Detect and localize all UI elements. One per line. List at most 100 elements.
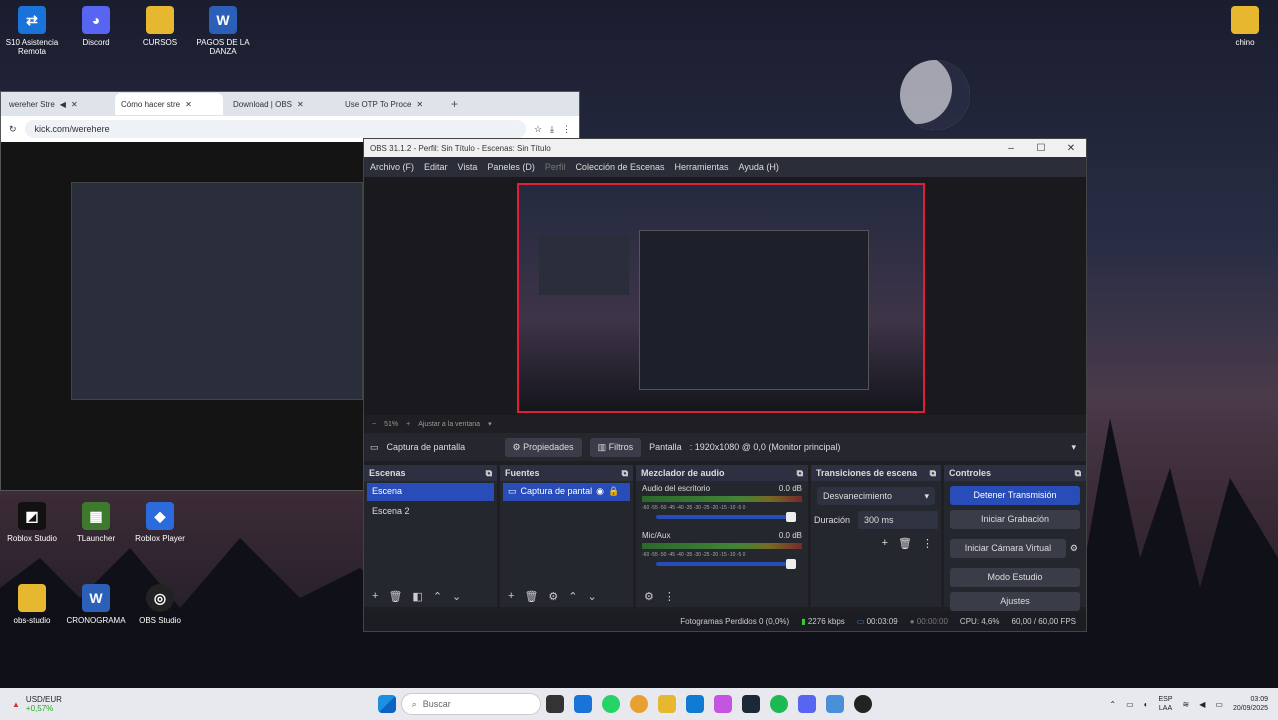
lock-icon[interactable]: 🔒 [608,486,619,498]
clock[interactable]: 03:09 20/09/2025 [1233,695,1268,713]
desktop-icon-chino[interactable]: chino [1210,6,1278,47]
battery-icon[interactable]: ▭ [1215,700,1223,709]
chevron-down-icon[interactable]: ⌄ [452,590,461,603]
obs-icon[interactable] [853,695,872,713]
zoom-in-icon[interactable]: + [406,421,410,428]
menu-ayuda[interactable]: Ayuda (H) [739,162,779,172]
volume-slider[interactable] [656,512,796,522]
undock-icon[interactable]: ⧉ [930,468,936,478]
chevron-down-icon[interactable]: ⌄ [588,590,597,603]
star-icon[interactable]: ☆ [534,124,542,135]
chevron-up-icon[interactable]: ⌃ [568,590,577,603]
close-icon[interactable]: ✕ [71,100,78,109]
browser-tab[interactable]: wereher Stre ◀ ✕ [3,93,111,115]
whatsapp-icon[interactable] [601,695,620,713]
url-field[interactable]: kick.com/werehere [24,120,526,138]
menu-icon[interactable]: ⋮ [562,124,571,135]
stop-streaming-button[interactable]: Detener Transmisión [950,486,1080,505]
wifi-icon[interactable]: ≋ [1183,700,1190,709]
edge-icon[interactable] [573,695,592,713]
file-explorer-icon[interactable] [657,695,676,713]
download-icon[interactable]: ⤓ [550,124,554,135]
preview-area[interactable] [364,177,1086,415]
desktop-icon-cursos[interactable]: CURSOS [125,6,195,47]
menu-perfil[interactable]: Perfil [545,162,566,172]
minimize-icon[interactable]: – [996,143,1026,154]
source-item[interactable]: ▭ Captura de pantal ◉ 🔒 [503,483,630,501]
menu-archivo[interactable]: Archivo (F) [370,162,414,172]
desktop-icon-roblox-studio[interactable]: ◩ Roblox Studio [0,502,67,543]
eye-icon[interactable]: ◉ [596,486,604,498]
start-virtual-camera-button[interactable]: Iniciar Cámara Virtual [950,539,1066,558]
undock-icon[interactable]: ⧉ [1075,468,1081,478]
menu-vista[interactable]: Vista [458,162,478,172]
trash-icon[interactable]: 🗑 [898,537,912,550]
new-tab-icon[interactable]: + [451,97,458,111]
maximize-icon[interactable]: ☐ [1026,143,1056,154]
chevron-up-icon[interactable]: ⌃ [433,590,442,603]
language-indicator[interactable]: ESP LAA [1159,695,1173,713]
properties-button[interactable]: ⚙ Propiedades [504,437,582,457]
studio-mode-button[interactable]: Modo Estudio [950,568,1080,587]
reload-icon[interactable]: ↻ [9,124,17,135]
desktop-icon-obs-studio[interactable]: ◎ OBS Studio [125,584,195,625]
close-icon[interactable]: ✕ [185,100,192,109]
copilot-icon[interactable] [713,695,732,713]
chrome-icon[interactable] [629,695,648,713]
menu-coleccion[interactable]: Colección de Escenas [575,162,664,172]
desktop-icon-pagos[interactable]: W PAGOS DE LA DANZA [188,6,258,56]
desktop-icon-discord[interactable]: ◕ Discord [61,6,131,47]
menu-icon[interactable]: ⋮ [664,590,675,603]
desktop-icon-cronograma[interactable]: W CRONOGRAMA [61,584,131,625]
filter-icon[interactable]: ◧ [412,590,422,603]
taskbar-search[interactable]: ⌕ Buscar [400,693,541,715]
chevron-down-icon[interactable]: ▾ [488,420,492,428]
chrome-icon[interactable] [825,695,844,713]
add-icon[interactable]: + [508,590,514,602]
tray-app-icon[interactable]: ◐ [1144,700,1149,709]
tray-app-icon[interactable]: ▭ [1126,700,1134,709]
preview-canvas[interactable] [517,183,925,413]
discord-icon[interactable] [797,695,816,713]
desktop-icon-asistencia[interactable]: ⇄ S10 Asistencia Remota [0,6,67,56]
store-icon[interactable] [685,695,704,713]
weather-widget[interactable]: ▲ USD/EUR +0,57% [0,695,140,713]
duration-stepper[interactable]: 300 ms [858,511,938,529]
advanced-audio-icon[interactable]: ⚙ [644,590,654,603]
speaker-icon[interactable]: ◀ [60,100,66,109]
transition-select[interactable]: Desvanecimiento ▾ [817,487,935,505]
menu-icon[interactable]: ⋮ [922,537,933,550]
start-recording-button[interactable]: Iniciar Grabación [950,510,1080,529]
fit-window-label[interactable]: Ajustar a la ventana [418,421,480,428]
undock-icon[interactable]: ⧉ [797,468,803,478]
browser-tab[interactable]: Cómo hacer stre ✕ [115,93,223,115]
windows-start-icon[interactable] [377,695,396,713]
monitor-select[interactable]: : 1920x1080 @ 0,0 (Monitor principal) ▾ [690,442,1086,453]
gear-icon[interactable]: ⚙ [1070,543,1078,554]
add-icon[interactable]: + [372,590,378,602]
task-view-icon[interactable] [545,695,564,713]
scene-item[interactable]: Escena [367,483,494,501]
desktop-icon-obs-folder[interactable]: obs-studio [0,584,67,625]
desktop-icon-tlauncher[interactable]: ▦ TLauncher [61,502,131,543]
volume-icon[interactable]: ◀ [1199,700,1205,709]
desktop-icon-roblox-player[interactable]: ◆ Roblox Player [125,502,195,543]
menu-editar[interactable]: Editar [424,162,448,172]
spotify-icon[interactable] [769,695,788,713]
chevron-up-icon[interactable]: ⌃ [1109,700,1116,709]
undock-icon[interactable]: ⧉ [622,468,628,478]
menu-herramientas[interactable]: Herramientas [675,162,729,172]
add-icon[interactable]: + [882,537,888,550]
settings-button[interactable]: Ajustes [950,592,1080,611]
close-icon[interactable]: ✕ [416,100,423,109]
browser-tab[interactable]: Download | OBS ✕ [227,93,335,115]
trash-icon[interactable]: 🗑 [388,590,402,603]
filters-button[interactable]: ▥ Filtros [589,437,642,457]
browser-tab[interactable]: Use OTP To Proce ✕ [339,93,447,115]
menu-paneles[interactable]: Paneles (D) [487,162,535,172]
undock-icon[interactable]: ⧉ [486,468,492,478]
scene-item[interactable]: Escena 2 [367,503,494,521]
trash-icon[interactable]: 🗑 [524,590,538,603]
obs-window[interactable]: OBS 31.1.2 - Perfil: Sin Título - Escena… [363,138,1087,632]
zoom-out-icon[interactable]: − [372,421,376,428]
